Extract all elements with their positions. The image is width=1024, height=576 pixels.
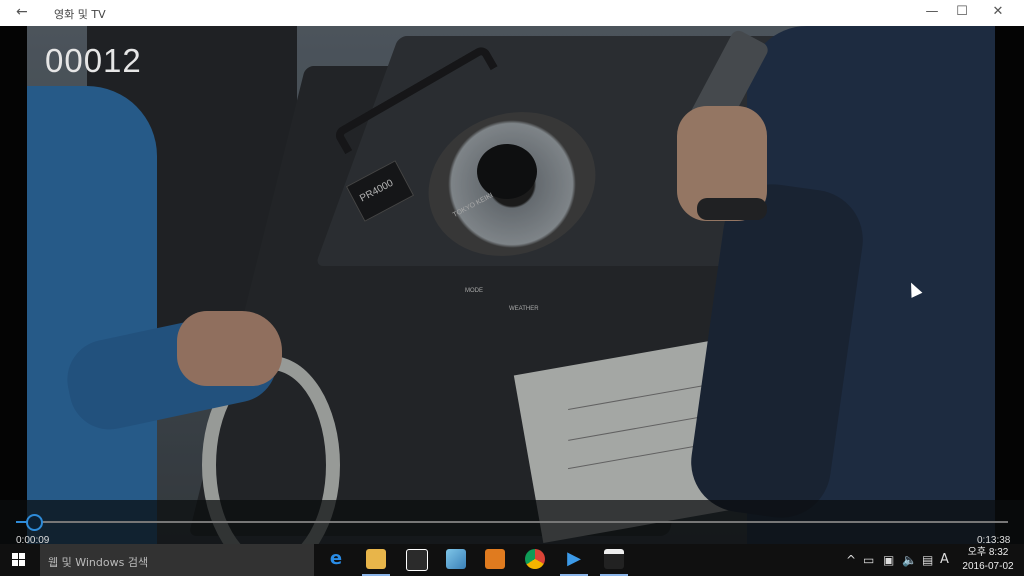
elapsed-time: 0:00:09 xyxy=(16,535,50,544)
title-bar: ← 영화 및 TV — ☐ ✕ xyxy=(0,0,1024,26)
movies-tv-icon[interactable]: ▶ xyxy=(564,549,584,569)
total-time: 0:13:38 xyxy=(977,535,1011,544)
windows-logo-pane xyxy=(19,553,25,559)
search-placeholder: 웹 및 Windows 검색 xyxy=(48,556,149,569)
store-icon[interactable] xyxy=(406,549,428,571)
clock-date: 2016-07-02 xyxy=(962,561,1014,572)
minimize-button[interactable]: — xyxy=(922,4,942,19)
taskbar: 웹 및 Windows 검색 e ▶ ^ ▭ ▣ 🔈 ▤ A 오후 8:32 2… xyxy=(0,544,1024,576)
video-dim-overlay xyxy=(0,26,1024,544)
action-center-icon[interactable]: ▤ xyxy=(922,553,933,567)
battery-icon[interactable]: ▭ xyxy=(863,553,874,567)
ime-indicator[interactable]: A xyxy=(940,552,949,567)
search-box[interactable]: 웹 및 Windows 검색 xyxy=(40,544,314,576)
video-surface[interactable]: PR4000 TOKYO KEIKI MODE WEATHER 00012 0:… xyxy=(0,26,1024,544)
speaker-icon[interactable]: 🔈 xyxy=(902,553,917,567)
network-icon[interactable]: ▣ xyxy=(883,553,894,567)
back-button[interactable]: ← xyxy=(16,4,28,20)
seek-thumb[interactable] xyxy=(26,514,43,531)
file-explorer-icon[interactable] xyxy=(366,549,386,569)
show-hidden-icons-chevron-icon[interactable]: ^ xyxy=(846,553,856,567)
window-title: 영화 및 TV xyxy=(54,8,106,21)
seek-bar[interactable] xyxy=(16,521,1008,523)
media-app-icon[interactable] xyxy=(485,549,505,569)
player-controls: 0:00:09 0:13:38 🔈 ▭ ↺ 10 ▷ ↻ 30 ⤢ ⋯ xyxy=(0,500,1024,544)
video-clapper-icon[interactable] xyxy=(604,549,624,569)
maximize-button[interactable]: ☐ xyxy=(952,4,972,19)
app-icon[interactable] xyxy=(446,549,466,569)
close-button[interactable]: ✕ xyxy=(988,4,1008,19)
chrome-icon[interactable] xyxy=(525,549,545,569)
system-clock[interactable]: 오후 8:32 2016-07-02 xyxy=(962,546,1014,574)
clock-time: 오후 8:32 xyxy=(967,547,1009,558)
windows-logo-pane xyxy=(19,560,25,566)
edge-icon[interactable]: e xyxy=(326,549,346,569)
windows-logo-pane xyxy=(12,560,18,566)
windows-logo-pane xyxy=(12,553,18,559)
frame-counter: 00012 xyxy=(45,42,142,79)
